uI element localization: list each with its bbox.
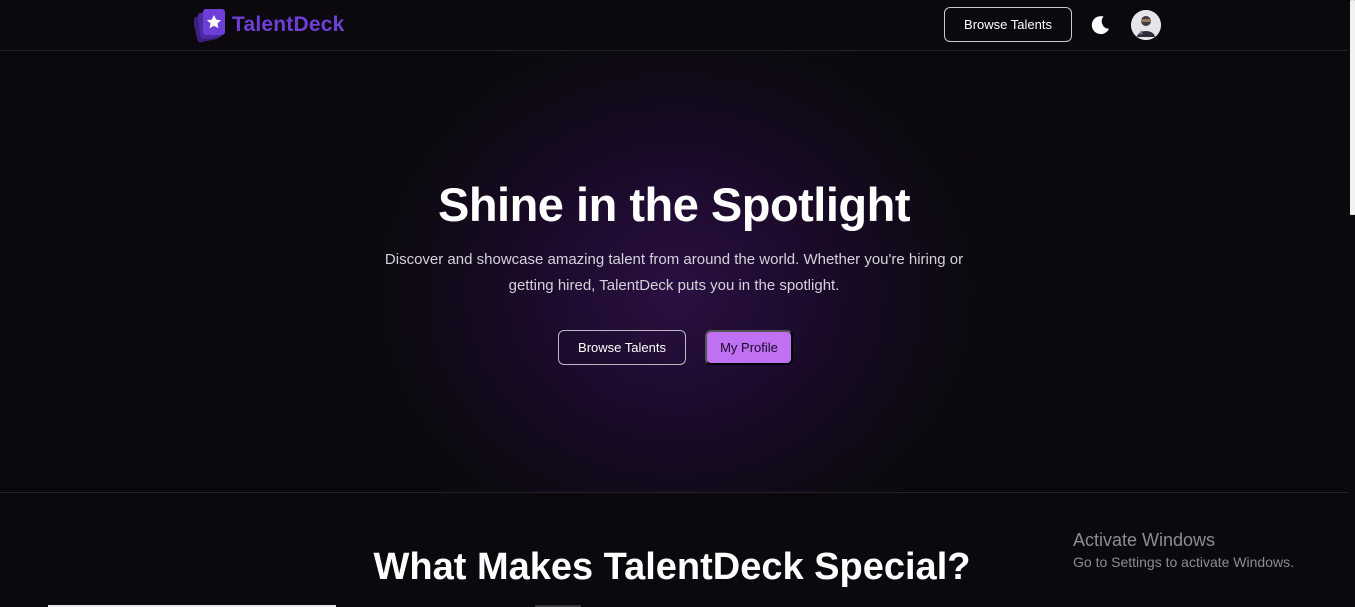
hero-browse-talents-button[interactable]: Browse Talents [558,330,686,365]
page: TalentDeck Browse Talents Shine in the S… [0,0,1355,607]
nav-browse-talents-button[interactable]: Browse Talents [944,7,1072,42]
user-avatar[interactable] [1131,10,1161,40]
cards-star-icon [193,7,228,43]
watermark-subtitle: Go to Settings to activate Windows. [1073,554,1294,570]
hero-subtitle: Discover and showcase amazing talent fro… [384,251,964,294]
moon-icon[interactable] [1088,13,1112,37]
scrollbar-thumb[interactable] [1350,0,1355,215]
watermark-title: Activate Windows [1073,530,1216,550]
brand-logo-link[interactable]: TalentDeck [193,7,345,43]
hero-title: Shine in the Spotlight [437,178,911,231]
activate-windows-watermark: Activate Windows Go to Settings to activ… [1073,529,1294,572]
my-profile-button[interactable]: My Profile [705,330,793,365]
hero-section: Shine in the Spotlight Discover and show… [0,52,1348,493]
navbar: TalentDeck Browse Talents [0,0,1348,51]
brand-name: TalentDeck [232,13,345,36]
